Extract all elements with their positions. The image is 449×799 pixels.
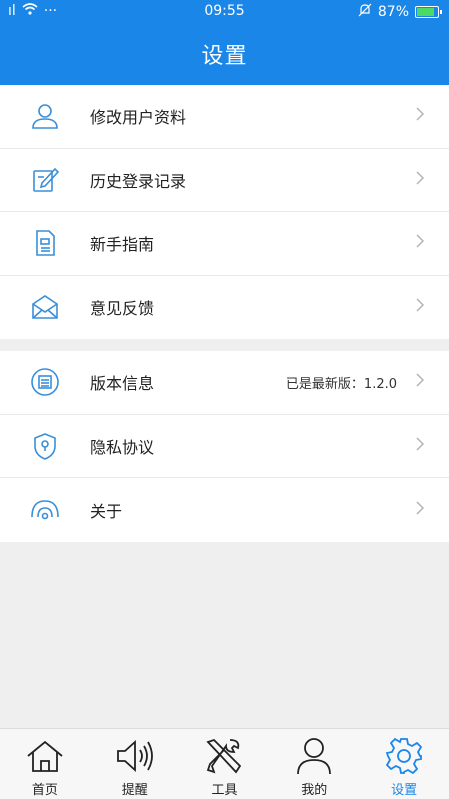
battery-percent: 87% <box>377 4 409 20</box>
status-bar: ıl ··· 09:55 87% <box>0 0 449 22</box>
chevron-right-icon <box>415 106 425 126</box>
settings-item-label: 历史登录记录 <box>90 171 187 191</box>
tools-icon <box>203 735 245 777</box>
page-title: 设置 <box>0 22 449 85</box>
settings-group-account: 修改用户资料 历史登录记录 新手指南 意见反馈 <box>0 85 449 339</box>
settings-item-label: 意见反馈 <box>90 299 155 319</box>
settings-item-login-history[interactable]: 历史登录记录 <box>0 149 449 212</box>
tab-label: 提醒 <box>121 783 148 798</box>
gear-icon <box>383 735 425 777</box>
speaker-icon <box>114 735 156 777</box>
shield-icon <box>28 429 62 463</box>
envelope-icon <box>28 290 62 324</box>
version-icon <box>28 365 62 399</box>
chevron-right-icon <box>415 372 425 392</box>
bottom-tab-bar: 首页 提醒 工具 我的 设置 <box>0 728 449 799</box>
tab-label: 首页 <box>31 783 58 798</box>
battery-level <box>417 8 435 16</box>
chevron-right-icon <box>415 233 425 253</box>
settings-item-guide[interactable]: 新手指南 <box>0 212 449 276</box>
settings-item-about[interactable]: 关于 <box>0 478 449 542</box>
battery-icon <box>415 6 442 18</box>
profile-icon <box>293 735 335 777</box>
settings-item-privacy[interactable]: 隐私协议 <box>0 415 449 478</box>
tab-label: 我的 <box>301 783 328 798</box>
chevron-right-icon <box>415 436 425 456</box>
version-value: 已是最新版：1.2.0 <box>285 376 397 392</box>
tab-home[interactable]: 首页 <box>0 729 90 799</box>
tab-tools[interactable]: 工具 <box>180 729 270 799</box>
tab-label: 设置 <box>391 783 418 798</box>
chevron-right-icon <box>415 297 425 317</box>
tab-settings[interactable]: 设置 <box>359 729 449 799</box>
edit-icon <box>28 163 62 197</box>
document-icon <box>28 226 62 260</box>
chevron-right-icon <box>415 500 425 520</box>
settings-item-edit-profile[interactable]: 修改用户资料 <box>0 85 449 149</box>
about-icon <box>28 493 62 527</box>
tab-label: 工具 <box>211 783 238 798</box>
settings-item-label: 版本信息 <box>90 374 155 394</box>
tab-reminder[interactable]: 提醒 <box>90 729 180 799</box>
settings-item-label: 修改用户资料 <box>90 108 187 128</box>
settings-item-feedback[interactable]: 意见反馈 <box>0 276 449 340</box>
settings-item-label: 隐私协议 <box>90 437 155 457</box>
settings-item-label: 新手指南 <box>90 235 155 255</box>
home-icon <box>24 735 66 777</box>
chevron-right-icon <box>415 170 425 190</box>
settings-item-label: 关于 <box>90 501 123 521</box>
user-icon <box>28 99 62 133</box>
bell-off-icon <box>358 3 372 21</box>
settings-item-version[interactable]: 版本信息 已是最新版：1.2.0 <box>0 351 449 415</box>
settings-group-app: 版本信息 已是最新版：1.2.0 隐私协议 关于 <box>0 351 449 542</box>
tab-mine[interactable]: 我的 <box>269 729 359 799</box>
